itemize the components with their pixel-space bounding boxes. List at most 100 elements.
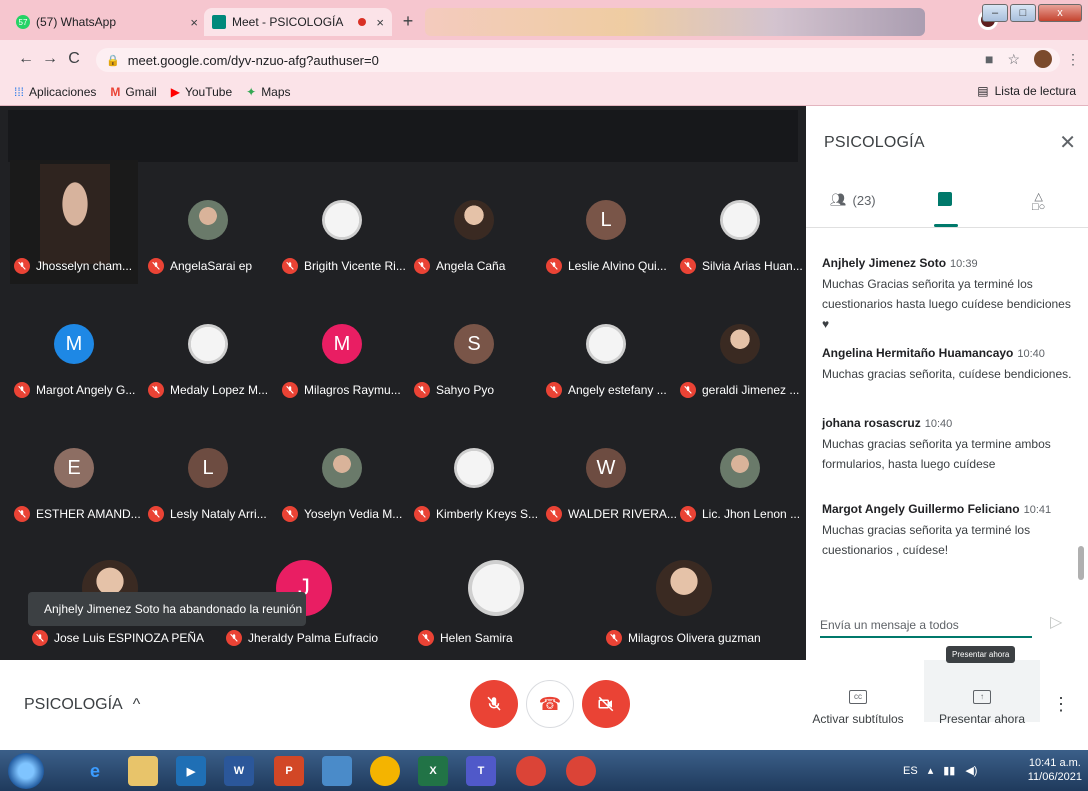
participant-tile[interactable]: L Leslie Alvino Qui... (540, 160, 672, 284)
reload-icon[interactable]: C (62, 50, 86, 68)
muted-mic-icon (14, 506, 30, 522)
participant-tile[interactable]: L Lesly Nataly Arri... (142, 408, 274, 532)
participant-tile[interactable]: Jhosselyn cham... (8, 160, 140, 284)
participant-tile[interactable]: Silvia Arias Huan... (674, 160, 806, 284)
meeting-details[interactable]: PSICOLOGÍA ^ (24, 696, 140, 714)
message-input[interactable]: Envía un mensaje a todos (820, 614, 1032, 638)
microphone-toggle-button[interactable] (470, 680, 518, 728)
participant-tile[interactable]: Kimberly Kreys S... (408, 408, 540, 532)
screen: 57 (57) WhatsApp × Meet - PSICOLOGÍA × +… (0, 0, 1088, 791)
star-icon[interactable]: ☆ (1007, 51, 1020, 68)
start-button[interactable] (8, 753, 44, 789)
teams-icon[interactable]: T (466, 756, 496, 786)
participant-name: Jheraldy Palma Eufracio (226, 630, 378, 646)
captions-button[interactable]: cc Activar subtítulos (810, 688, 906, 726)
participant-tile[interactable]: geraldi Jimenez ... (674, 284, 806, 408)
leave-call-button[interactable]: ☎ (526, 680, 574, 728)
meeting-controls-bar: PSICOLOGÍA ^ ☎ cc Activar subtítulos ↑ P… (0, 660, 1088, 750)
close-window-button[interactable]: x (1038, 4, 1082, 22)
participant-name-label: Milagros Olivera guzman (628, 631, 761, 645)
muted-mic-icon (282, 382, 298, 398)
chrome-icon[interactable] (370, 756, 400, 786)
file-explorer-icon[interactable] (128, 756, 158, 786)
bookmark-youtube[interactable]: ▶ YouTube (171, 85, 232, 99)
tab-people[interactable]: 👥︎ (23) (830, 192, 876, 208)
menu-kebab-icon[interactable]: ⋮ (1066, 51, 1080, 68)
avatar (454, 200, 494, 240)
tab-whatsapp[interactable]: 57 (57) WhatsApp × (8, 8, 206, 36)
participant-tile[interactable]: Helen Samira (412, 532, 582, 656)
participant-tile[interactable]: Angela Caña (408, 160, 540, 284)
chrome-window-icon[interactable] (566, 756, 596, 786)
meeting-name: PSICOLOGÍA (24, 696, 123, 713)
participant-tile[interactable]: Yoselyn Vedia M... (276, 408, 408, 532)
bookmark-maps[interactable]: ✦ Maps (246, 85, 290, 99)
participant-tile[interactable]: Medaly Lopez M... (142, 284, 274, 408)
minimize-button[interactable]: – (982, 4, 1008, 22)
lock-icon: 🔒 (106, 54, 120, 67)
avatar (720, 448, 760, 488)
participant-name-label: Medaly Lopez M... (170, 383, 269, 397)
participant-tile[interactable]: AngelaSarai ep (142, 160, 274, 284)
participant-tile[interactable]: Lic. Jhon Lenon ... (674, 408, 806, 532)
tab-chat[interactable] (938, 192, 952, 206)
bookmark-gmail[interactable]: M Gmail (110, 85, 156, 99)
account-avatar[interactable] (1034, 50, 1052, 68)
volume-icon[interactable]: ◀) (965, 764, 977, 777)
people-count: (23) (852, 192, 876, 208)
reading-list[interactable]: ▤ Lista de lectura (977, 84, 1076, 98)
participant-tile[interactable]: Milagros Olivera guzman (600, 532, 770, 656)
back-icon[interactable]: ← (14, 50, 38, 68)
participant-tile[interactable]: Angely estefany ... (540, 284, 672, 408)
present-icon: ↑ (973, 690, 991, 704)
sender-name: Margot Angely Guillermo Feliciano (822, 502, 1020, 516)
muted-mic-icon (680, 258, 696, 274)
participant-tile[interactable]: S Sahyo Pyo (408, 284, 540, 408)
send-icon[interactable]: ▷ (1050, 612, 1062, 632)
tab-meet[interactable]: Meet - PSICOLOGÍA × (204, 8, 392, 36)
tray-expand-icon[interactable]: ▴ (928, 764, 934, 777)
participant-tile[interactable]: M Margot Angely G... (8, 284, 140, 408)
participant-name: Yoselyn Vedia M... (282, 506, 402, 522)
close-tab-icon[interactable]: × (376, 15, 384, 30)
excel-icon[interactable]: X (418, 756, 448, 786)
address-bar[interactable]: 🔒 meet.google.com/dyv-nzuo-afg?authuser=… (96, 48, 1060, 72)
participant-name-label: ESTHER AMAND... (36, 507, 141, 521)
browser-tabstrip: 57 (57) WhatsApp × Meet - PSICOLOGÍA × +… (0, 0, 1088, 40)
participant-name-label: Margot Angely G... (36, 383, 136, 397)
participant-name: Brigith Vicente Ri... (282, 258, 406, 274)
present-now-button[interactable]: ↑ Presentar ahora (924, 660, 1040, 726)
forward-icon[interactable]: → (38, 50, 62, 68)
chrome-window-icon[interactable] (516, 756, 546, 786)
more-options-icon[interactable]: ⋮ (1052, 694, 1070, 715)
participant-name-label: WALDER RIVERA... (568, 507, 677, 521)
photos-icon[interactable] (322, 756, 352, 786)
participant-grid: Jhosselyn cham... AngelaSarai ep Brigith V… (0, 106, 806, 660)
language-indicator[interactable]: ES (903, 765, 918, 777)
avatar (454, 448, 494, 488)
word-icon[interactable]: W (224, 756, 254, 786)
powerpoint-icon[interactable]: P (274, 756, 304, 786)
media-player-icon[interactable]: ▶ (176, 756, 206, 786)
avatar: L (188, 448, 228, 488)
close-tab-icon[interactable]: × (190, 15, 198, 30)
participant-tile[interactable]: E ESTHER AMAND... (8, 408, 141, 532)
chat-message: Angelina Hermitaño Huamancayo 10:40 Muchas… (822, 346, 1072, 384)
participant-tile[interactable]: Brigith Vicente Ri... (276, 160, 408, 284)
tab-activities[interactable]: △ □○ (1032, 192, 1045, 213)
internet-explorer-icon[interactable]: e (80, 756, 110, 786)
participant-tile[interactable]: M Milagros Raymu... (276, 284, 408, 408)
participant-tile[interactable]: W WALDER RIVERA... (540, 408, 677, 532)
camera-toggle-button[interactable] (582, 680, 630, 728)
new-tab-button[interactable]: + (398, 12, 418, 32)
bookmark-apps[interactable]: ⁞⁞⁞ Aplicaciones (14, 85, 96, 99)
participant-name: Angely estefany ... (546, 382, 667, 398)
participant-name: Leslie Alvino Qui... (546, 258, 667, 274)
scrollbar[interactable] (1078, 546, 1084, 580)
close-icon[interactable]: ✕ (1059, 130, 1076, 155)
maximize-button[interactable]: □ (1010, 4, 1036, 22)
camera-icon[interactable]: ■ (985, 51, 993, 67)
clock[interactable]: 10:41 a.m. 11/06/2021 (1028, 756, 1082, 784)
muted-mic-icon (546, 258, 562, 274)
network-icon[interactable]: ▮▮ (943, 764, 955, 777)
